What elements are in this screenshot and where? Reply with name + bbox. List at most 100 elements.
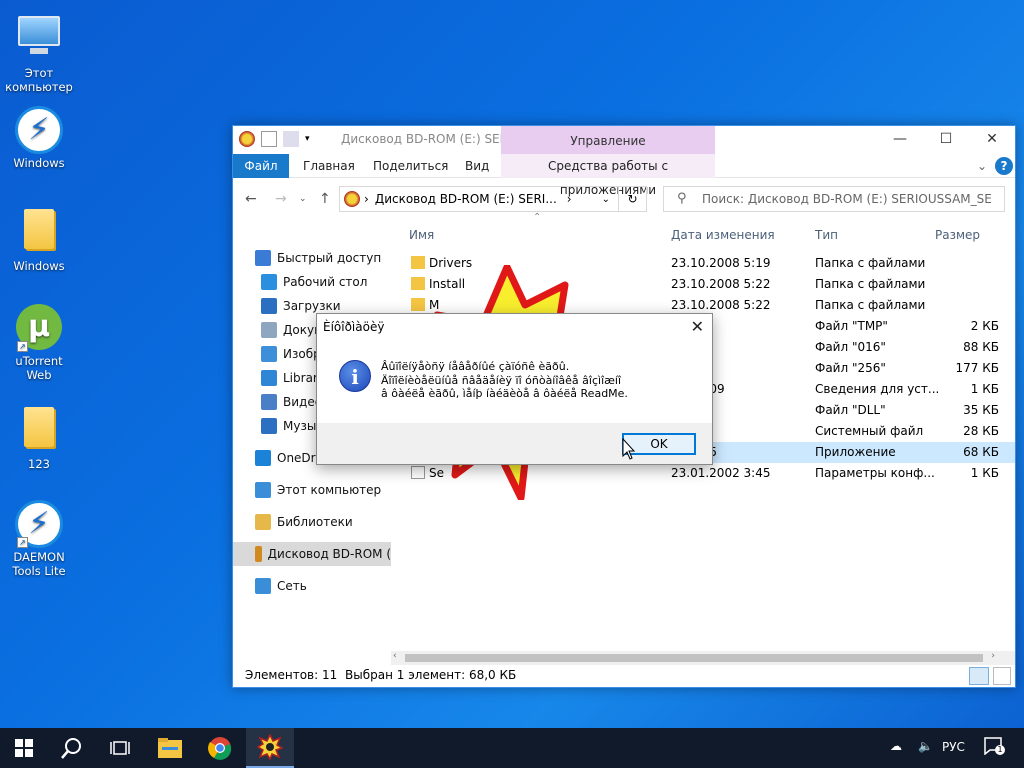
close-button[interactable]: ✕ xyxy=(969,126,1015,154)
minimize-button[interactable]: — xyxy=(877,126,923,154)
task-view-button[interactable] xyxy=(96,728,144,768)
nav-item[interactable]: Рабочий стол xyxy=(261,270,367,294)
folder-icon xyxy=(411,298,425,311)
selection-info: Выбран 1 элемент: 68,0 КБ xyxy=(345,668,517,682)
cell-type: Папка с файлами xyxy=(815,298,926,312)
desktop-icon-123[interactable]: 123 xyxy=(4,403,74,471)
forward-icon[interactable]: → xyxy=(275,191,287,207)
dialog-footer: OK xyxy=(317,423,712,464)
column-name[interactable]: Имя xyxy=(409,228,434,242)
tab-app-tools[interactable]: Средства работы с приложениями xyxy=(501,154,715,197)
address-dropdown-icon[interactable]: ⌄ xyxy=(602,194,610,205)
expand-ribbon-icon[interactable]: ⌄ xyxy=(977,154,987,178)
back-icon[interactable]: ← xyxy=(245,191,257,207)
computer-icon xyxy=(255,482,271,498)
windows-logo-icon xyxy=(15,739,33,757)
cell-type: Файл "016" xyxy=(815,340,886,354)
search-icon: ⚲ xyxy=(677,191,687,206)
tab-share[interactable]: Поделиться xyxy=(373,154,448,178)
cell-size: 68 КБ xyxy=(963,445,999,459)
taskbar-explorer[interactable] xyxy=(146,728,194,768)
dialog-line-3: â ôàéëå èãðû, ìåíþ íàéäèòå â ôàéëå ReadM… xyxy=(381,387,628,400)
cell-type: Папка с файлами xyxy=(815,277,926,291)
column-size[interactable]: Размер xyxy=(935,228,980,242)
cell-size: 28 КБ xyxy=(963,424,999,438)
search-icon xyxy=(61,738,81,759)
address-bar[interactable]: › Дисковод BD-ROM (E:) SERI... › ⌄ ↻ xyxy=(339,186,647,212)
taskbar: ☁ 🔈 РУС 1 xyxy=(0,728,1024,768)
tab-manage[interactable]: Управление xyxy=(501,126,715,156)
nav-item[interactable]: Этот компьютер xyxy=(255,478,381,502)
desktop-icon-utorrent[interactable]: µ ↗ uTorrent Web xyxy=(4,304,74,382)
dialog-message: Âûïîëíÿåòñÿ íåâåðíûé çàïóñê èãðû. Äîïîëí… xyxy=(381,360,701,400)
cell-size: 88 КБ xyxy=(963,340,999,354)
up-icon[interactable]: ↑ xyxy=(319,191,331,207)
video-icon xyxy=(261,394,277,410)
scroll-left-icon[interactable]: ‹ xyxy=(393,651,397,661)
network-tray-icon[interactable]: ☁ xyxy=(890,739,902,753)
nav-item-label: Быстрый доступ xyxy=(277,251,382,265)
cell-type: Папка с файлами xyxy=(815,256,926,270)
libraries-icon xyxy=(261,370,277,386)
scroll-right-icon[interactable]: › xyxy=(991,651,995,661)
nav-item-label: Этот компьютер xyxy=(277,483,382,497)
desktop-icon-daemon-tools[interactable]: ⚡ ↗ DAEMON Tools Lite xyxy=(4,500,74,578)
notifications-button[interactable]: 1 xyxy=(984,737,1005,757)
taskbar-chrome[interactable] xyxy=(196,728,244,768)
scrollbar-thumb[interactable] xyxy=(405,654,983,662)
start-button[interactable] xyxy=(0,728,48,768)
nav-item[interactable]: Быстрый доступ xyxy=(255,246,381,270)
message-dialog: Èíôîðìàöèÿ ✕ i Âûïîëíÿåòñÿ íåâåðíûé çàïó… xyxy=(316,313,713,465)
cell-size: 2 КБ xyxy=(970,319,999,333)
cell-type: Файл "TMP" xyxy=(815,319,888,333)
tab-file[interactable]: Файл xyxy=(233,154,289,178)
daemon-tools-icon: ⚡ xyxy=(15,106,63,154)
network-icon xyxy=(255,578,271,594)
serious-sam-icon xyxy=(344,191,360,207)
cell-type: Файл "DLL" xyxy=(815,403,886,417)
qat-dropdown-icon[interactable]: ▾ xyxy=(305,131,313,147)
nav-item[interactable]: Сеть xyxy=(255,574,307,598)
details-view-icon[interactable] xyxy=(969,667,989,685)
serious-sam-icon xyxy=(239,131,255,147)
desktop-icon-this-pc[interactable]: Этот компьютер xyxy=(4,8,74,94)
breadcrumb-separator-icon: › xyxy=(364,192,369,206)
volume-tray-icon[interactable]: 🔈 xyxy=(918,739,933,753)
nav-item[interactable]: Дисковод BD-ROM ( xyxy=(233,542,391,566)
tiles-view-icon[interactable] xyxy=(993,667,1011,685)
cell-type: Приложение xyxy=(815,445,896,459)
ribbon-tabs: Файл Главная Поделиться Вид Средства раб… xyxy=(233,154,1015,197)
desktop-icon-windows-daemon[interactable]: ⚡ Windows xyxy=(4,106,74,170)
search-input[interactable]: Поиск: Дисковод BD-ROM (E:) SERIOUSSAM_S… xyxy=(663,186,1005,212)
tab-view[interactable]: Вид xyxy=(465,154,489,178)
nav-item[interactable]: Видео xyxy=(261,390,322,414)
tab-home[interactable]: Главная xyxy=(303,154,355,178)
search-button[interactable] xyxy=(48,728,96,768)
cell-size: 177 КБ xyxy=(955,361,999,375)
cell-date: 23.01.2002 3:45 xyxy=(671,466,771,480)
cell-type: Сведения для уст... xyxy=(815,382,940,396)
dialog-line-2: Äîïîëíèòåëüíûå ñâåäåíèÿ ïî óñòàíîâêå âîç… xyxy=(381,374,622,387)
item-count: Элементов: 11 xyxy=(245,668,338,682)
properties-icon[interactable] xyxy=(261,131,277,147)
folder-icon xyxy=(24,209,54,249)
onedrive-icon xyxy=(255,450,271,466)
desktop-icon-label: Этот компьютер xyxy=(5,66,73,94)
cell-type: Параметры конф... xyxy=(815,466,935,480)
refresh-icon[interactable]: ↻ xyxy=(618,187,646,211)
nav-item-label: Загрузки xyxy=(283,299,341,313)
desktop-icon-windows-folder[interactable]: Windows xyxy=(4,205,74,273)
star-icon xyxy=(255,250,271,266)
horizontal-scrollbar[interactable]: ‹ › xyxy=(391,651,1015,665)
close-icon[interactable]: ✕ xyxy=(691,317,704,336)
new-folder-icon[interactable] xyxy=(283,131,299,147)
column-date[interactable]: Дата изменения xyxy=(671,228,775,242)
breadcrumb[interactable]: Дисковод BD-ROM (E:) SERI... xyxy=(375,192,557,206)
maximize-button[interactable]: ☐ xyxy=(923,126,969,154)
column-type[interactable]: Тип xyxy=(815,228,838,242)
taskbar-serious-sam[interactable] xyxy=(246,728,294,768)
language-indicator[interactable]: РУС xyxy=(942,740,965,754)
help-icon[interactable]: ? xyxy=(995,157,1013,175)
nav-item[interactable]: Библиотеки xyxy=(255,510,353,534)
recent-dropdown-icon[interactable]: ⌄ xyxy=(299,194,307,204)
